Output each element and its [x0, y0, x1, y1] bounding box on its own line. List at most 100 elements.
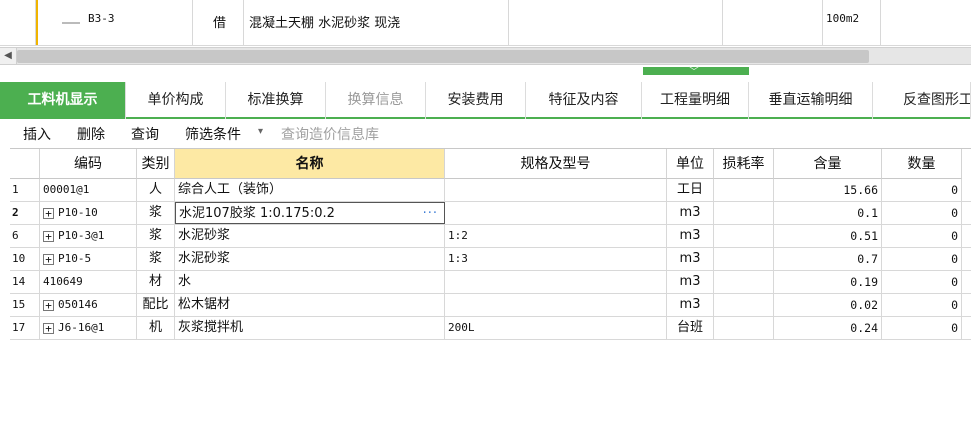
cell-content[interactable]: 0.24 [774, 317, 882, 339]
cell-content[interactable]: 0.1 [774, 202, 882, 224]
cell-quantity[interactable]: 0 [882, 179, 962, 201]
cell-spec[interactable]: 1:3 [445, 248, 667, 270]
cell-category-text: 机 [148, 320, 162, 335]
table-row[interactable]: 17 + J6-16@1 机 灰浆搅拌机 200L 台班 0.24 0 [10, 317, 971, 340]
filter-conditions-button[interactable]: 筛选条件 [185, 124, 241, 144]
tab-features-content[interactable]: 特征及内容 [526, 82, 642, 119]
cell-code[interactable]: 00001@1 [40, 179, 137, 201]
header-unit[interactable]: 单位 [667, 149, 714, 179]
cell-unit[interactable]: m3 [667, 248, 714, 270]
cell-quantity[interactable]: 0 [882, 248, 962, 270]
scroll-thumb[interactable] [17, 50, 869, 63]
tab-vertical-transport-details[interactable]: 垂直运输明细 [749, 82, 873, 119]
header-content[interactable]: 含量 [774, 149, 882, 179]
cell-spec[interactable] [445, 179, 667, 201]
cell-category[interactable]: 浆 [137, 202, 175, 224]
cell-spec[interactable]: 1:2 [445, 225, 667, 247]
cell-content[interactable]: 0.51 [774, 225, 882, 247]
table-row[interactable]: 14 410649 材 水 m3 0.19 0 [10, 271, 971, 294]
cell-code[interactable]: + P10-3@1 [40, 225, 137, 247]
cell-name[interactable]: 水 [175, 271, 445, 293]
tab-reverse-graphic-lookup[interactable]: 反查图形工 [873, 82, 971, 119]
cell-quantity[interactable]: 0 [882, 294, 962, 316]
cell-spec[interactable] [445, 202, 667, 224]
cell-loss-rate[interactable] [714, 317, 774, 339]
header-quantity[interactable]: 数量 [882, 149, 962, 179]
cell-code[interactable]: +050146 [40, 294, 137, 316]
tab-labor-material-machine[interactable]: 工料机显示 [0, 82, 126, 119]
cell-quantity[interactable]: 0 [882, 225, 962, 247]
parent-row[interactable]: B3-3 借 混凝土天棚 水泥砂浆 现浇 100m2 [0, 0, 971, 46]
cell-category[interactable]: 机 [137, 317, 175, 339]
cell-code[interactable]: 410649 [40, 271, 137, 293]
filter-dropdown-icon[interactable]: ▾ [258, 126, 263, 137]
table-row[interactable]: 2 + P10-10 浆 水泥107胶浆 1:0.175:0.2 ··· m3 0.1 0 [10, 202, 971, 225]
table-row[interactable]: 10 + P10-5 浆 水泥砂浆 1:3 m3 0.7 0 [10, 248, 971, 271]
row-index-text: 17 [12, 321, 26, 334]
cell-category[interactable]: 人 [137, 179, 175, 201]
cell-name[interactable]: 水泥砂浆 [175, 225, 445, 247]
cell-content[interactable]: 0.7 [774, 248, 882, 270]
cell-content[interactable]: 15.66 [774, 179, 882, 201]
cell-loss-rate[interactable] [714, 202, 774, 224]
cell-name[interactable]: 灰浆搅拌机 [175, 317, 445, 339]
tab-standard-conversion[interactable]: 标准换算 [226, 82, 326, 119]
cell-name[interactable]: 水泥107胶浆 1:0.175:0.2 ··· [175, 202, 445, 224]
cell-loss-rate[interactable] [714, 271, 774, 293]
expand-icon[interactable]: + [43, 230, 54, 242]
cell-spec[interactable] [445, 271, 667, 293]
cell-code[interactable]: + J6-16@1 [40, 317, 137, 339]
cell-unit[interactable]: 台班 [667, 317, 714, 339]
cell-loss-rate[interactable] [714, 179, 774, 201]
cell-loss-rate[interactable] [714, 248, 774, 270]
query-button[interactable]: 查询 [131, 124, 159, 144]
table-row[interactable]: 6 + P10-3@1 浆 水泥砂浆 1:2 m3 0.51 0 [10, 225, 971, 248]
cell-unit[interactable]: m3 [667, 202, 714, 224]
cell-unit[interactable]: m3 [667, 294, 714, 316]
cell-content[interactable]: 0.02 [774, 294, 882, 316]
expand-icon[interactable]: + [43, 299, 54, 311]
header-code[interactable]: 编码 [40, 149, 137, 179]
tab-installation-fees[interactable]: 安装费用 [426, 82, 526, 119]
cell-name[interactable]: 松木锯材 [175, 294, 445, 316]
cell-quantity-text: 0 [951, 252, 958, 266]
cell-category[interactable]: 材 [137, 271, 175, 293]
tab-quantity-details[interactable]: 工程量明细 [642, 82, 749, 119]
table-row[interactable]: 15 +050146 配比 松木锯材 m3 0.02 0 [10, 294, 971, 317]
header-spec[interactable]: 规格及型号 [445, 149, 667, 179]
cell-loss-rate[interactable] [714, 225, 774, 247]
scroll-left-icon[interactable]: ◀ [0, 48, 17, 64]
cell-loss-rate[interactable] [714, 294, 774, 316]
cell-unit[interactable]: m3 [667, 225, 714, 247]
cell-category[interactable]: 配比 [137, 294, 175, 316]
cell-unit[interactable]: 工日 [667, 179, 714, 201]
panel-splitter-handle[interactable]: ﹀ [643, 67, 749, 78]
cell-quantity[interactable]: 0 [882, 271, 962, 293]
cell-spec[interactable] [445, 294, 667, 316]
horizontal-scrollbar[interactable]: ◀ [0, 47, 971, 65]
table-row[interactable]: 1 00001@1 人 综合人工（装饰） 工日 15.66 0 [10, 179, 971, 202]
tab-unit-price-composition[interactable]: 单价构成 [126, 82, 226, 119]
cell-content[interactable]: 0.19 [774, 271, 882, 293]
cell-code[interactable]: + P10-10 [40, 202, 137, 224]
cell-unit[interactable]: m3 [667, 271, 714, 293]
cell-quantity[interactable]: 0 [882, 317, 962, 339]
expand-icon[interactable]: + [43, 207, 54, 219]
price-info-query-button[interactable]: 查询造价信息库 [281, 124, 379, 144]
cell-category[interactable]: 浆 [137, 225, 175, 247]
cell-spec[interactable]: 200L [445, 317, 667, 339]
insert-button[interactable]: 插入 [23, 124, 51, 144]
delete-button[interactable]: 删除 [77, 124, 105, 144]
header-name[interactable]: 名称 [175, 149, 445, 179]
cell-name[interactable]: 综合人工（装饰） [175, 179, 445, 201]
more-options-icon[interactable]: ··· [423, 203, 438, 223]
cell-category[interactable]: 浆 [137, 248, 175, 270]
cell-quantity[interactable]: 0 [882, 202, 962, 224]
tab-conversion-info[interactable]: 换算信息 [326, 82, 426, 119]
header-category[interactable]: 类别 [137, 149, 175, 179]
cell-code[interactable]: + P10-5 [40, 248, 137, 270]
expand-icon[interactable]: + [43, 322, 54, 334]
expand-icon[interactable]: + [43, 253, 54, 265]
cell-name[interactable]: 水泥砂浆 [175, 248, 445, 270]
header-loss-rate[interactable]: 损耗率 [714, 149, 774, 179]
